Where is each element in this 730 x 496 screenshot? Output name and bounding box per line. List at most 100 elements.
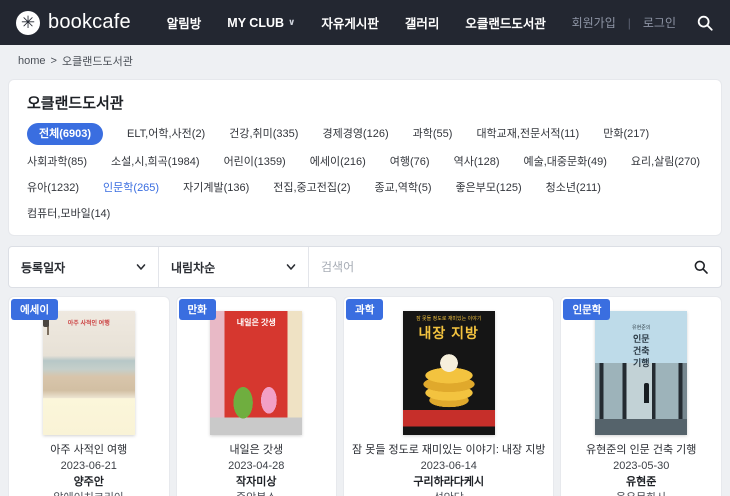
nav-item[interactable]: 자유게시판 <box>321 13 379 32</box>
search-area <box>309 247 721 287</box>
category-panel: 오클랜드도서관 전체(6903) ELT,어학,사전(2) 건강,취미(335) 경제… <box>8 79 722 236</box>
nav-item-label: 자유게시판 <box>321 13 379 32</box>
nav-item-label: 오클랜드도서관 <box>465 13 546 32</box>
book-cover-title-text: 내일은 갓생 <box>210 317 302 328</box>
book-card[interactable]: 인문학 유현준의 인문 건축 기행 유현준의 인문 건축 기행 2023-05-… <box>560 296 722 496</box>
chevron-down-icon <box>136 262 146 272</box>
book-author: 작자미상 <box>185 475 329 491</box>
header-right: 회원가입 | 로그인 <box>572 14 714 32</box>
category-list: 전체(6903) ELT,어학,사전(2) 건강,취미(335) 경제경영(126) 과… <box>27 123 703 223</box>
book-publisher: 을유문화사 <box>569 491 713 496</box>
book-title: 아주 사적인 여행 <box>17 443 161 459</box>
book-title: 유현준의 인문 건축 기행 <box>569 443 713 459</box>
book-meta: 잠 못들 정도로 재미있는 이야기: 내장 지방 2023-06-14 구리하라… <box>344 443 553 496</box>
category-chip[interactable]: 여행(76) <box>390 153 430 171</box>
category-chip[interactable]: 종교,역학(5) <box>375 179 432 197</box>
category-chip[interactable]: 좋은부모(125) <box>455 179 521 197</box>
nav-item[interactable]: MY CLUB ∨ <box>227 16 295 30</box>
category-chip[interactable]: 에세이(216) <box>310 153 366 171</box>
logo-asterisk-icon: ✳ <box>16 11 40 35</box>
category-chip[interactable]: 컴퓨터,모바일(14) <box>27 205 110 223</box>
category-chip[interactable]: 전집,중고전집(2) <box>273 179 350 197</box>
book-cover-art <box>43 311 135 435</box>
category-chip[interactable]: 인문학(265) <box>103 179 159 197</box>
book-card[interactable]: 과학 잠 못들 정도로 재미있는 이야기 내장 지방 잠 못들 정도로 재미있는… <box>343 296 554 496</box>
logo[interactable]: ✳ bookcafe <box>16 11 131 35</box>
book-grid: 에세이 아주 사적인 여행 아주 사적인 여행 2023-06-21 양주안 알… <box>8 296 722 496</box>
page-title: 오클랜드도서관 <box>27 92 703 113</box>
book-cover-art <box>210 311 302 435</box>
book-meta: 유현준의 인문 건축 기행 2023-05-30 유현준 을유문화사 <box>561 443 721 496</box>
nav-item-label: 갤러리 <box>405 13 440 32</box>
book-meta: 아주 사적인 여행 2023-06-21 양주안 알에이치코리아 <box>9 443 169 496</box>
signup-link[interactable]: 회원가입 <box>572 14 616 31</box>
nav-item-label: MY CLUB <box>227 16 284 30</box>
book-pub-date: 2023-04-28 <box>185 459 329 475</box>
chevron-down-icon: ∨ <box>288 17 295 28</box>
book-publisher: 알에이치코리아 <box>17 491 161 496</box>
category-chip[interactable]: 만화(217) <box>603 125 649 143</box>
header-search-icon[interactable] <box>696 14 714 32</box>
sort-field-select[interactable]: 등록일자 <box>9 247 159 287</box>
book-cover-subtext: 잠 못들 정도로 재미있는 이야기 <box>403 315 495 322</box>
book-cover-title-text: 내장 지방 <box>403 323 495 343</box>
category-chip[interactable]: 소설,시,희곡(1984) <box>111 153 200 171</box>
book-cover-title-text: 인문 건축 기행 <box>629 333 653 369</box>
nav-item[interactable]: 갤러리 <box>405 13 440 32</box>
book-title: 잠 못들 정도로 재미있는 이야기: 내장 지방 <box>352 443 545 459</box>
book-category-badge: 인문학 <box>563 299 610 320</box>
book-meta: 내일은 갓생 2023-04-28 작자미상 중앙북스 <box>177 443 337 496</box>
nav-item-label: 알림방 <box>167 13 202 32</box>
book-pub-date: 2023-05-30 <box>569 459 713 475</box>
book-pub-date: 2023-06-21 <box>17 459 161 475</box>
sort-order-value: 내림차순 <box>171 259 215 276</box>
search-input[interactable] <box>321 260 693 274</box>
sort-order-select[interactable]: 내림차순 <box>159 247 309 287</box>
book-title: 내일은 갓생 <box>185 443 329 459</box>
breadcrumb-separator: > <box>51 55 57 67</box>
book-card[interactable]: 만화 내일은 갓생 내일은 갓생 2023-04-28 작자미상 중앙북스 20… <box>176 296 338 496</box>
book-category-badge: 과학 <box>346 299 383 320</box>
search-icon[interactable] <box>693 259 709 275</box>
login-link[interactable]: 로그인 <box>643 14 676 31</box>
book-cover-subtext: 유현준의 <box>595 324 687 331</box>
category-chip[interactable]: 예술,대중문화(49) <box>524 153 607 171</box>
chevron-down-icon <box>286 262 296 272</box>
category-chip[interactable]: 자기계발(136) <box>183 179 249 197</box>
sort-field-value: 등록일자 <box>21 259 65 276</box>
category-chip[interactable]: 유아(1232) <box>27 179 79 197</box>
breadcrumb-current: 오클랜드도서관 <box>62 53 133 69</box>
book-publisher: 성안당 <box>352 491 545 496</box>
category-chip[interactable]: 역사(128) <box>454 153 500 171</box>
nav-item[interactable]: 알림방 <box>167 13 202 32</box>
category-chip[interactable]: 청소년(211) <box>546 179 601 197</box>
category-chip[interactable]: ELT,어학,사전(2) <box>127 125 205 143</box>
book-pub-date: 2023-06-14 <box>352 459 545 475</box>
breadcrumb: home > 오클랜드도서관 <box>0 45 730 75</box>
logo-text: bookcafe <box>48 11 131 34</box>
book-author: 유현준 <box>569 475 713 491</box>
book-cover-image: 내일은 갓생 <box>210 311 302 435</box>
book-category-badge: 만화 <box>179 299 216 320</box>
book-cover-image: 유현준의 인문 건축 기행 <box>595 311 687 435</box>
book-cover-image: 아주 사적인 여행 <box>43 311 135 435</box>
top-nav-bar: ✳ bookcafe 알림방 MY CLUB ∨ 자유게시판 갤러리 오클랜드도서관 회원… <box>0 0 730 45</box>
category-chip[interactable]: 어린이(1359) <box>224 153 286 171</box>
category-chip[interactable]: 건강,취미(335) <box>229 125 298 143</box>
category-chip[interactable]: 과학(55) <box>413 125 453 143</box>
category-chip[interactable]: 전체(6903) <box>27 123 103 145</box>
book-card[interactable]: 에세이 아주 사적인 여행 아주 사적인 여행 2023-06-21 양주안 알… <box>8 296 170 496</box>
category-chip[interactable]: 대학교재,전문서적(11) <box>476 125 579 143</box>
breadcrumb-home-link[interactable]: home <box>18 55 46 67</box>
main-nav: 알림방 MY CLUB ∨ 자유게시판 갤러리 오클랜드도서관 <box>167 13 546 32</box>
auth-separator: | <box>628 16 631 30</box>
category-chip[interactable]: 사회과학(85) <box>27 153 87 171</box>
book-author: 구리하라다케시 <box>352 475 545 491</box>
book-cover-image: 잠 못들 정도로 재미있는 이야기 내장 지방 <box>403 311 495 435</box>
category-chip[interactable]: 경제경영(126) <box>322 125 388 143</box>
book-publisher: 중앙북스 <box>185 491 329 496</box>
category-chip[interactable]: 요리,살림(270) <box>631 153 700 171</box>
book-category-badge: 에세이 <box>11 299 58 320</box>
book-author: 양주안 <box>17 475 161 491</box>
nav-item[interactable]: 오클랜드도서관 <box>465 13 546 32</box>
